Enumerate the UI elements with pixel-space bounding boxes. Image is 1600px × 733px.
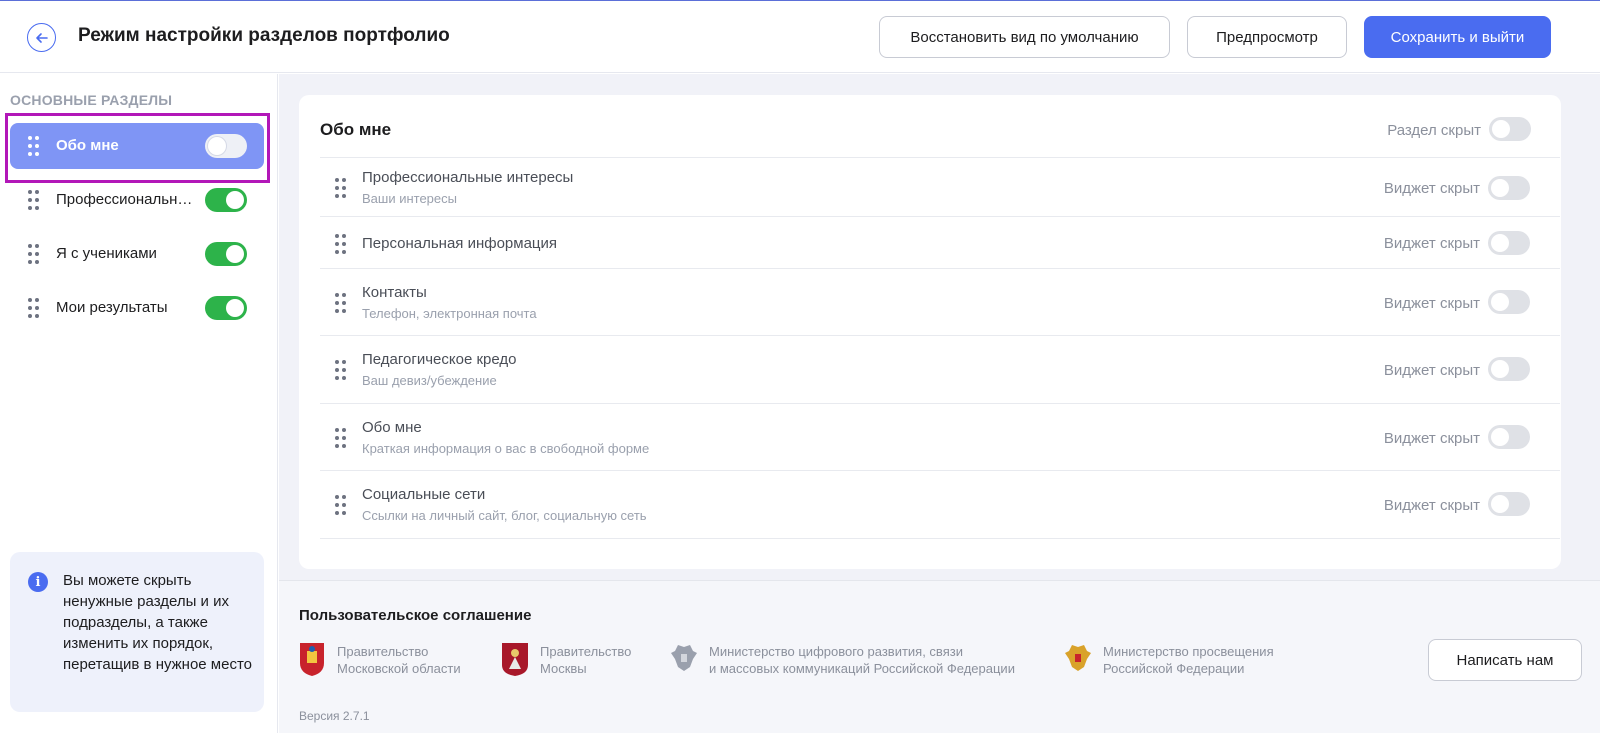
partner-name-line2: и массовых коммуникаций Российской Федер… [709,661,1015,676]
widget-title: Обо мне [362,419,422,436]
widget-row-contacts[interactable]: Контакты Телефон, электронная почта Видж… [320,268,1560,335]
widget-subtitle: Краткая информация о вас в свободной фор… [362,441,650,456]
partner-name-line1: Правительство [337,644,429,659]
sidebar-item-label: Профессиональные интересы [56,191,200,208]
sidebar: ОСНОВНЫЕ РАЗДЕЛЫ Обо мне Профессиональны… [0,74,278,733]
drag-handle-icon[interactable] [28,244,40,264]
widget-subtitle: Ваши интересы [362,191,457,206]
partner-digital-ministry[interactable]: Министерство цифрового развития, связи и… [669,641,1039,677]
widget-title: Социальные сети [362,486,486,503]
widget-visibility-toggle[interactable] [1488,492,1530,516]
section-title: Обо мне [320,120,392,139]
info-hint-text: Вы можете скрыть ненужные разделы и их п… [63,572,253,673]
partner-name-line1: Министерство цифрового развития, связи [709,644,963,659]
partner-name-line2: Москвы [540,661,587,676]
user-agreement-link[interactable]: Пользовательское соглашение [299,607,531,624]
widget-visibility-toggle[interactable] [1488,231,1530,255]
widget-visibility-toggle[interactable] [1488,357,1530,381]
sidebar-item-professional-interests[interactable]: Профессиональные интересы [10,177,264,223]
russian-eagle-gold-emblem-icon [1065,645,1091,671]
moscow-region-emblem-icon [300,643,324,676]
sidebar-item-label: Обо мне [56,137,119,154]
widget-row-social-networks[interactable]: Социальные сети Ссылки на личный сайт, б… [320,470,1560,538]
widget-status: Виджет скрыт [1383,362,1480,379]
drag-handle-icon[interactable] [335,293,347,313]
drag-handle-icon[interactable] [335,178,347,198]
main-content: Обо мне Раздел скрыт Профессиональные ин… [279,74,1600,733]
drag-handle-icon[interactable] [335,360,347,380]
info-hint-box: i Вы можете скрыть ненужные разделы и их… [10,552,264,712]
drag-handle-icon[interactable] [335,428,347,448]
sidebar-item-about-me[interactable]: Обо мне [10,123,264,169]
widget-title: Профессиональные интересы [362,169,574,186]
back-button[interactable] [27,23,56,52]
section-status: Раздел скрыт [1387,122,1481,139]
sidebar-item-label: Мои результаты [56,299,168,316]
restore-default-button[interactable]: Восстановить вид по умолчанию [879,16,1170,58]
widget-title: Контакты [362,284,427,301]
section-card: Обо мне Раздел скрыт Профессиональные ин… [299,95,1561,569]
partner-moscow-region[interactable]: Правительство Московской области [297,641,487,677]
page-footer: Пользовательское соглашение Правительств… [279,580,1600,733]
widget-row-personal-info[interactable]: Персональная информация Виджет скрыт [320,216,1560,268]
widget-title: Персональная информация [362,235,558,252]
save-and-exit-button[interactable]: Сохранить и выйти [1364,16,1551,58]
drag-handle-icon[interactable] [335,495,347,515]
widget-status: Виджет скрыт [1383,497,1480,514]
section-hidden-toggle[interactable] [1489,117,1531,141]
widget-visibility-toggle[interactable] [1488,425,1530,449]
partner-education-ministry[interactable]: Министерство просвещения Российской Феде… [1063,641,1293,677]
widget-row-professional-interests[interactable]: Профессиональные интересы Ваши интересы … [320,157,1560,216]
page-title: Режим настройки разделов портфолио [78,25,450,46]
section-visibility-toggle[interactable] [205,242,247,266]
partner-name-line1: Министерство просвещения [1103,644,1274,659]
widget-title: Педагогическое кредо [362,351,517,368]
partner-name-line2: Российской Федерации [1103,661,1245,676]
widget-subtitle: Телефон, электронная почта [362,306,537,321]
widget-visibility-toggle[interactable] [1488,290,1530,314]
section-visibility-toggle[interactable] [205,296,247,320]
info-icon: i [28,572,48,592]
divider [320,538,1560,539]
section-visibility-toggle[interactable] [205,188,247,212]
widget-status: Виджет скрыт [1383,430,1480,447]
widget-subtitle: Ссылки на личный сайт, блог, социальную … [362,508,647,523]
widget-status: Виджет скрыт [1383,180,1480,197]
drag-handle-icon[interactable] [335,234,347,254]
widget-status: Виджет скрыт [1383,235,1480,252]
sidebar-item-label: Я с учениками [56,245,157,262]
widget-subtitle: Ваш девиз/убеждение [362,373,497,388]
widget-row-pedagogical-credo[interactable]: Педагогическое кредо Ваш девиз/убеждение… [320,335,1560,403]
widget-visibility-toggle[interactable] [1488,176,1530,200]
arrow-left-icon [35,32,48,43]
page-header: Режим настройки разделов портфолио Восст… [0,1,1600,73]
sidebar-item-with-students[interactable]: Я с учениками [10,231,264,277]
drag-handle-icon[interactable] [28,190,40,210]
russian-eagle-emblem-icon [671,645,697,671]
partner-moscow[interactable]: Правительство Москвы [500,641,650,677]
sidebar-item-my-results[interactable]: Мои результаты [10,285,264,331]
drag-handle-icon[interactable] [28,298,40,318]
write-to-us-button[interactable]: Написать нам [1428,639,1582,681]
sidebar-heading: ОСНОВНЫЕ РАЗДЕЛЫ [10,92,173,108]
partner-name-line1: Правительство [540,644,632,659]
preview-button[interactable]: Предпросмотр [1187,16,1347,58]
widget-row-about-me[interactable]: Обо мне Краткая информация о вас в свобо… [320,403,1560,470]
partner-name-line2: Московской области [337,661,461,676]
moscow-emblem-icon [502,643,528,676]
drag-handle-icon[interactable] [28,136,40,156]
section-visibility-toggle[interactable] [205,134,247,158]
widget-status: Виджет скрыт [1383,295,1480,312]
app-version: Версия 2.7.1 [299,709,370,723]
